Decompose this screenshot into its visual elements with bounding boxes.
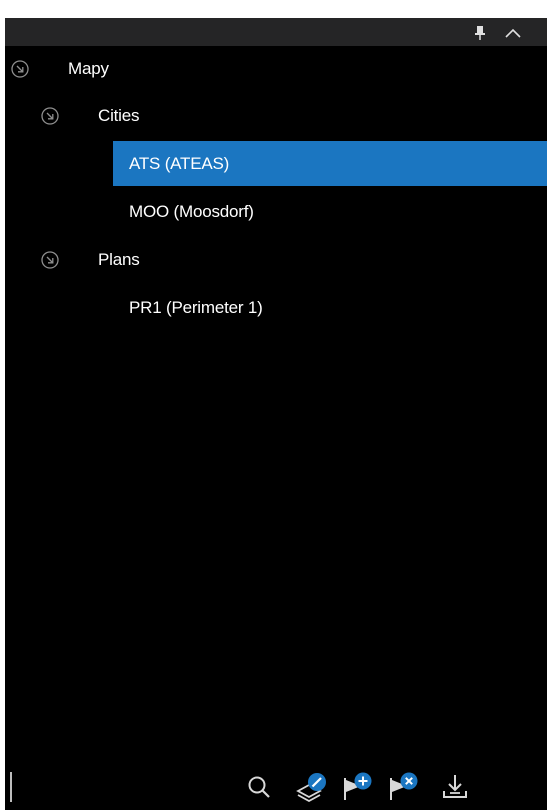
tree-node-label: Mapy xyxy=(68,58,109,78)
download-button[interactable] xyxy=(438,770,472,804)
tree-node-cities[interactable]: Cities xyxy=(5,93,547,138)
pin-button[interactable] xyxy=(468,22,492,44)
expand-collapse-circle-icon[interactable] xyxy=(39,249,61,271)
expand-collapse-circle-icon[interactable] xyxy=(9,58,31,80)
tree-node-label: PR1 (Perimeter 1) xyxy=(129,297,263,317)
remove-flag-icon xyxy=(390,772,418,800)
tree-node-ats[interactable]: ATS (ATEAS) xyxy=(113,141,547,186)
tree-node-label: ATS (ATEAS) xyxy=(129,153,230,173)
map-tree-panel: Mapy Cities ATS (ATEAS) MOO (Moosdorf) P… xyxy=(5,18,547,810)
search-button[interactable] xyxy=(242,770,276,804)
pin-icon xyxy=(475,26,485,40)
tree-node-label: Cities xyxy=(98,105,140,125)
search-icon xyxy=(248,776,270,798)
edit-layer-button[interactable] xyxy=(294,770,328,804)
download-icon xyxy=(443,775,467,798)
add-flag-icon xyxy=(344,772,372,800)
chevron-up-icon xyxy=(505,28,521,38)
tree-node-plans[interactable]: Plans xyxy=(5,237,547,282)
tree-node-label: Plans xyxy=(98,249,140,269)
tree-node-moo[interactable]: MOO (Moosdorf) xyxy=(113,189,547,234)
collapse-panel-button[interactable] xyxy=(501,22,525,44)
panel-header xyxy=(5,18,547,46)
expand-collapse-circle-icon[interactable] xyxy=(39,105,61,127)
tree-node-mapy[interactable]: Mapy xyxy=(5,46,547,91)
tree-node-label: MOO (Moosdorf) xyxy=(129,201,254,221)
add-flag-button[interactable] xyxy=(340,770,374,804)
bottom-toolbar xyxy=(5,766,547,810)
remove-flag-button[interactable] xyxy=(386,770,420,804)
resize-grip[interactable] xyxy=(10,772,12,802)
edit-layer-icon xyxy=(296,773,326,802)
tree-node-pr1[interactable]: PR1 (Perimeter 1) xyxy=(113,285,547,330)
